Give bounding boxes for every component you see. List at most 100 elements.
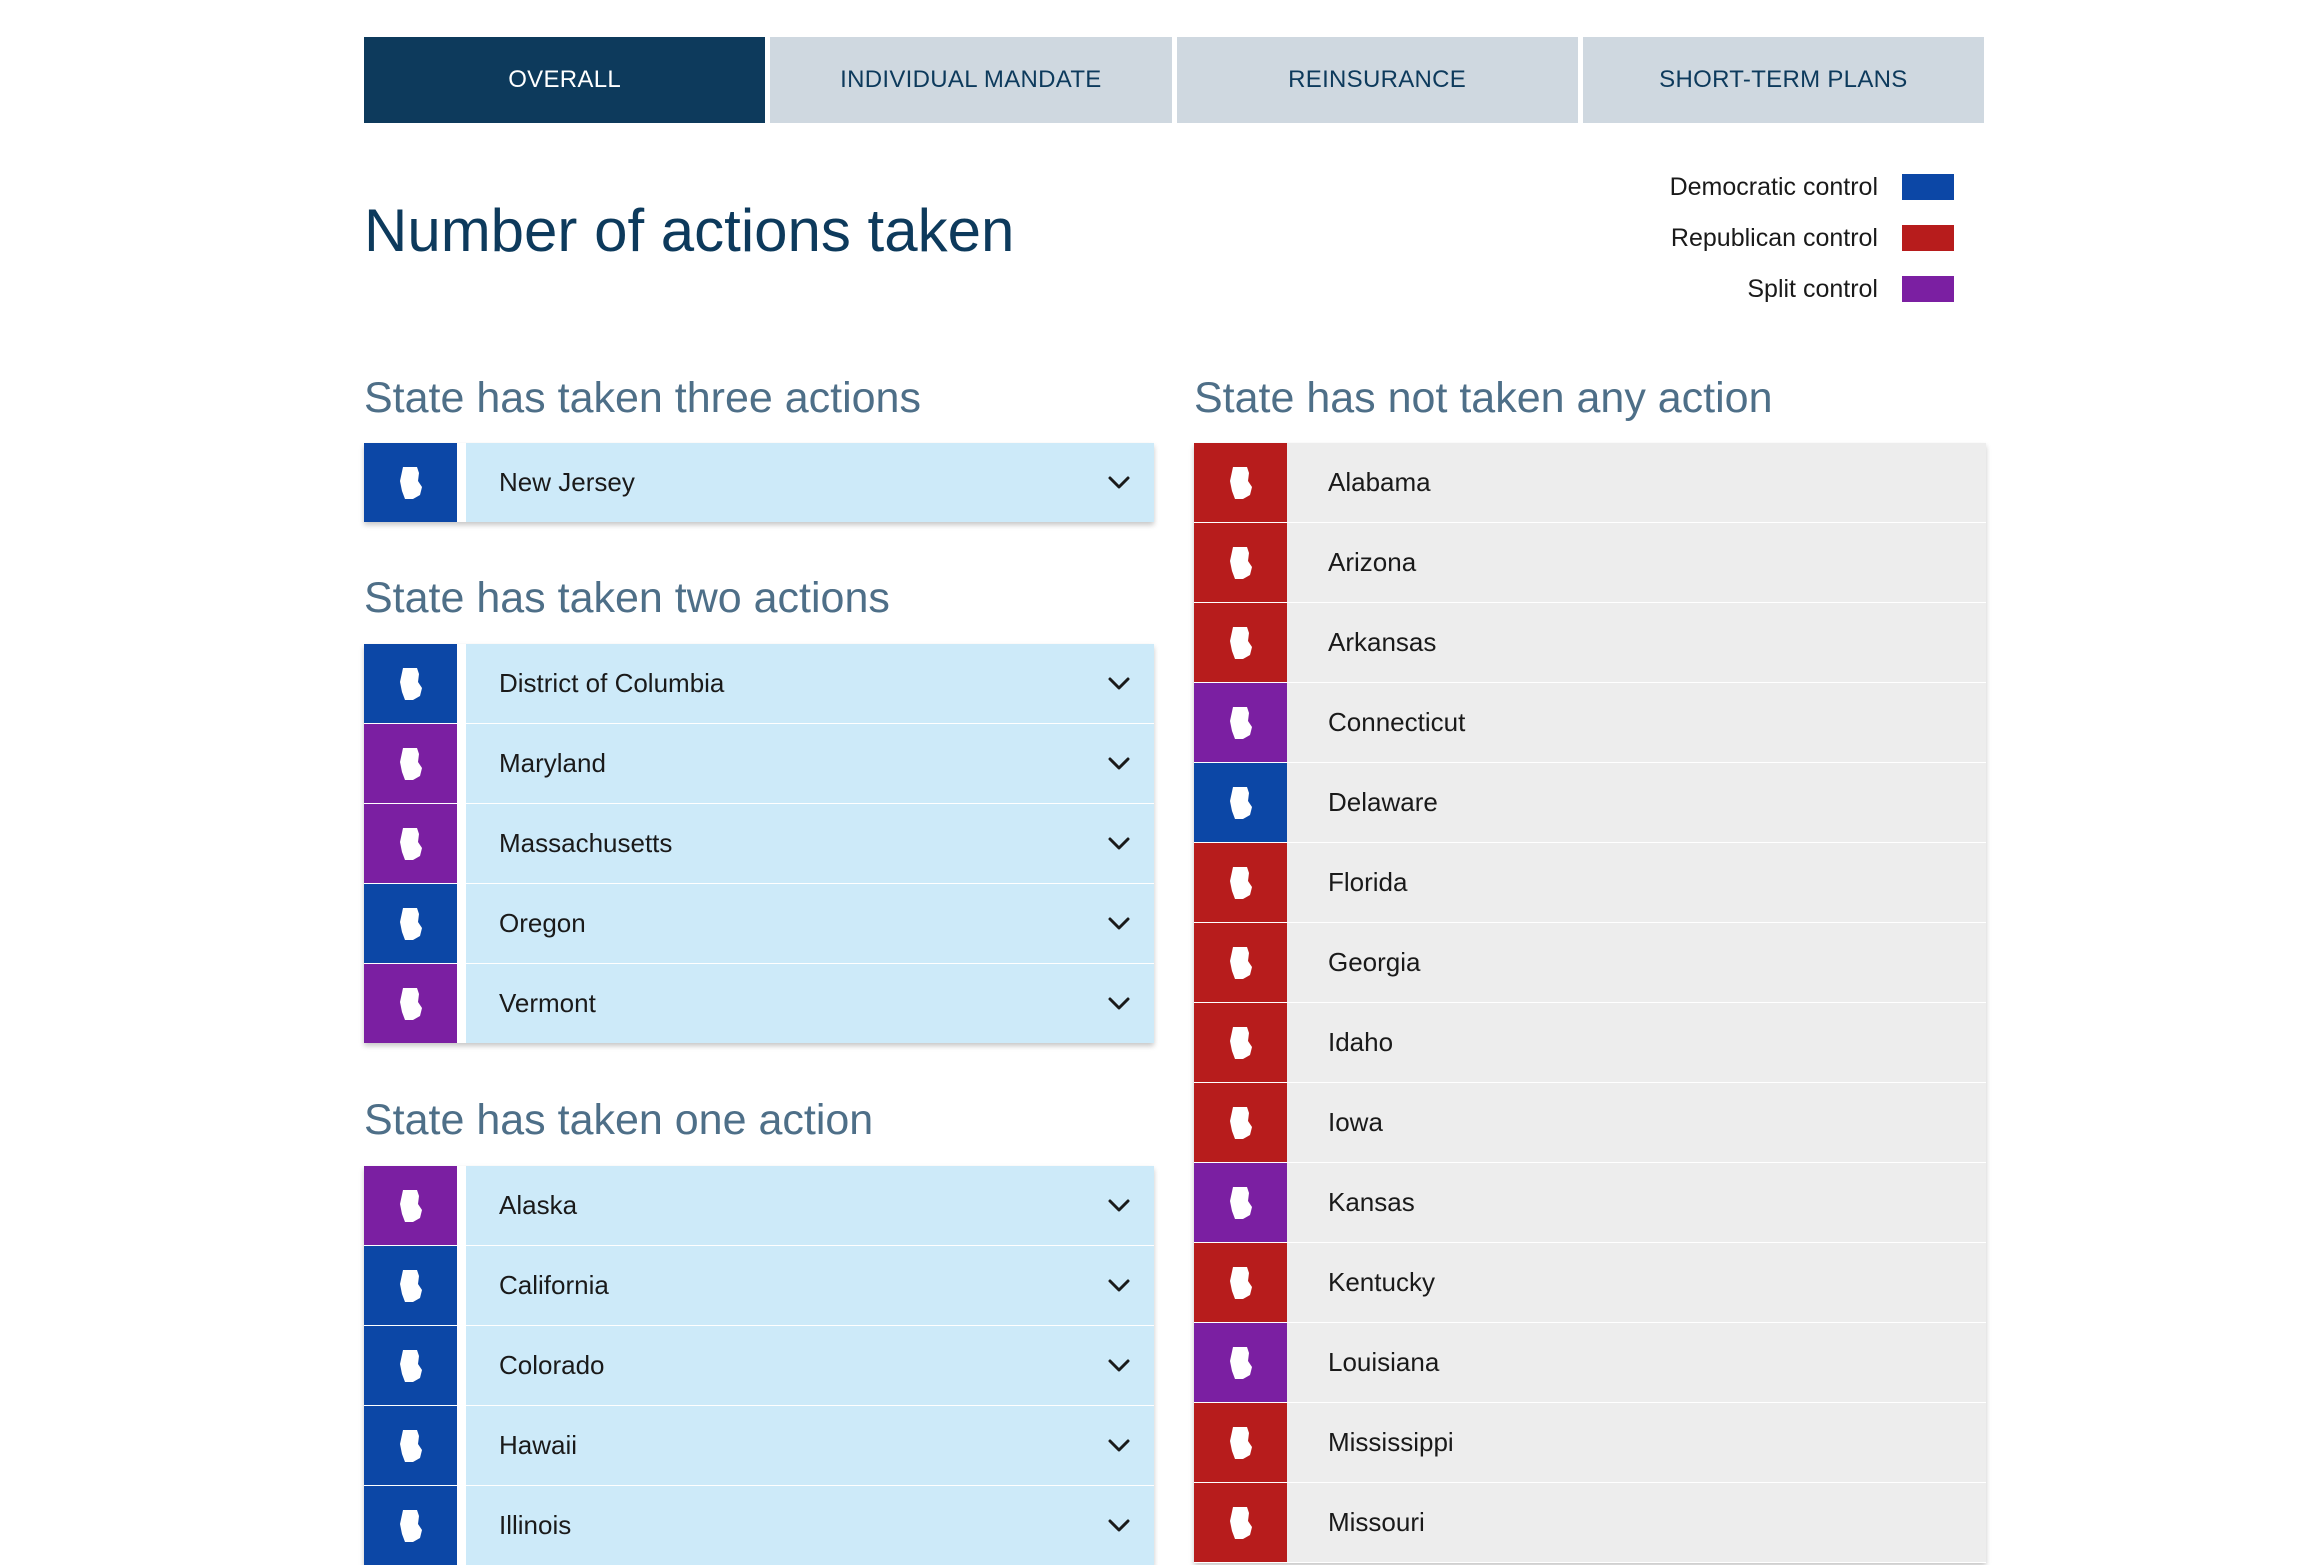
state-name: Alaska [499,1190,578,1220]
state-row[interactable]: Maryland [364,724,1154,804]
state-icon-cell [364,443,457,522]
illinois-shape-icon [399,1509,422,1542]
row-gap [1287,1323,1295,1402]
chevron-down-icon[interactable] [1084,676,1154,692]
connecticut-shape-icon [1229,706,1252,739]
delaware-shape-icon [1229,786,1252,819]
state-icon-cell [364,644,457,723]
state-label-cell: Delaware [1295,763,1986,842]
tab-individual-mandate[interactable]: INDIVIDUAL MANDATE [770,37,1172,123]
state-icon-cell [364,1406,457,1485]
state-row[interactable]: Arkansas [1194,603,1986,683]
tab-short-term-plans[interactable]: SHORT-TERM PLANS [1582,37,1984,123]
section-title-two-actions: State has taken two actions [364,574,890,622]
row-gap [1287,1403,1295,1482]
state-label-cell: California [466,1246,1154,1325]
state-icon-cell [1194,1083,1287,1162]
state-label-cell: Florida [1295,843,1986,922]
state-icon-cell [1194,923,1287,1002]
row-gap [1287,1083,1295,1162]
alaska-shape-icon [399,1189,422,1222]
state-icon-cell [1194,523,1287,602]
state-icon-cell [1194,1243,1287,1322]
chevron-down-icon[interactable] [1084,475,1154,491]
state-name: Oregon [499,908,586,938]
state-row[interactable]: Kansas [1194,1163,1986,1243]
chevron-down-icon[interactable] [1084,1198,1154,1214]
state-icon-cell [1194,1483,1287,1562]
chevron-down-icon[interactable] [1084,756,1154,772]
tab-reinsurance[interactable]: REINSURANCE [1176,37,1578,123]
state-row[interactable]: Idaho [1194,1003,1986,1083]
row-gap [457,804,466,883]
chevron-down-icon[interactable] [1084,916,1154,932]
state-name: Kansas [1328,1187,1415,1217]
state-row[interactable]: Georgia [1194,923,1986,1003]
state-name: New Jersey [499,467,635,497]
hawaii-shape-icon [399,1429,422,1462]
state-row[interactable]: California [364,1246,1154,1326]
state-row[interactable]: District of Columbia [364,644,1154,724]
tab-overall[interactable]: OVERALL [364,37,766,123]
chevron-down-icon[interactable] [1084,836,1154,852]
list-three-actions: New Jersey [364,443,1154,522]
chevron-down-icon[interactable] [1084,1438,1154,1454]
state-name: Florida [1328,867,1408,897]
oregon-shape-icon [399,907,422,940]
state-row[interactable]: Missouri [1194,1483,1986,1563]
massachusetts-shape-icon [399,827,422,860]
chevron-down-icon[interactable] [1084,1278,1154,1294]
state-row[interactable]: Illinois [364,1486,1154,1565]
state-icon-cell [1194,1003,1287,1082]
state-row[interactable]: Florida [1194,843,1986,923]
iowa-shape-icon [1229,1106,1252,1139]
legend-item-democratic: Democratic control [1670,170,1954,204]
row-gap [457,443,466,522]
row-gap [1287,843,1295,922]
state-label-cell: Louisiana [1295,1323,1986,1402]
row-gap [1287,443,1295,522]
state-row[interactable]: Alabama [1194,443,1986,523]
new-jersey-shape-icon [399,466,422,499]
state-row[interactable]: Vermont [364,964,1154,1043]
state-row[interactable]: Iowa [1194,1083,1986,1163]
state-label-cell: Alaska [466,1166,1154,1245]
state-row[interactable]: Alaska [364,1166,1154,1246]
state-row[interactable]: Oregon [364,884,1154,964]
state-name: Idaho [1328,1027,1394,1057]
state-name: Connecticut [1328,707,1466,737]
missouri-shape-icon [1229,1506,1252,1539]
section-title-three-actions: State has taken three actions [364,374,921,422]
chevron-down-icon[interactable] [1084,996,1154,1012]
row-gap [1287,923,1295,1002]
row-gap [457,1166,466,1245]
state-row[interactable]: Arizona [1194,523,1986,603]
state-label-cell: Georgia [1295,923,1986,1002]
legend-label: Republican control [1670,223,1878,252]
state-row[interactable]: Mississippi [1194,1403,1986,1483]
state-row[interactable]: Delaware [1194,763,1986,843]
legend-item-split: Split control [1670,272,1954,306]
legend-label: Split control [1747,274,1878,303]
state-row[interactable]: Colorado [364,1326,1154,1406]
vermont-shape-icon [399,987,422,1020]
state-row[interactable]: Louisiana [1194,1323,1986,1403]
state-label-cell: Colorado [466,1326,1154,1405]
chevron-down-icon[interactable] [1084,1518,1154,1534]
state-label-cell: Vermont [466,964,1154,1043]
state-row[interactable]: Kentucky [1194,1243,1986,1323]
chevron-down-icon[interactable] [1084,1358,1154,1374]
idaho-shape-icon [1229,1026,1252,1059]
state-icon-cell [364,724,457,803]
legend-item-republican: Republican control [1670,221,1954,255]
arkansas-shape-icon [1229,626,1252,659]
section-title-no-action: State has not taken any action [1194,374,1773,422]
state-row[interactable]: New Jersey [364,443,1154,522]
state-name: Georgia [1328,947,1421,977]
row-gap [457,1486,466,1565]
list-one-action: Alaska California Colorado Hawaii Illinois [364,1166,1154,1565]
state-row[interactable]: Massachusetts [364,804,1154,884]
state-name: Kentucky [1328,1267,1435,1297]
state-row[interactable]: Hawaii [364,1406,1154,1486]
state-row[interactable]: Connecticut [1194,683,1986,763]
